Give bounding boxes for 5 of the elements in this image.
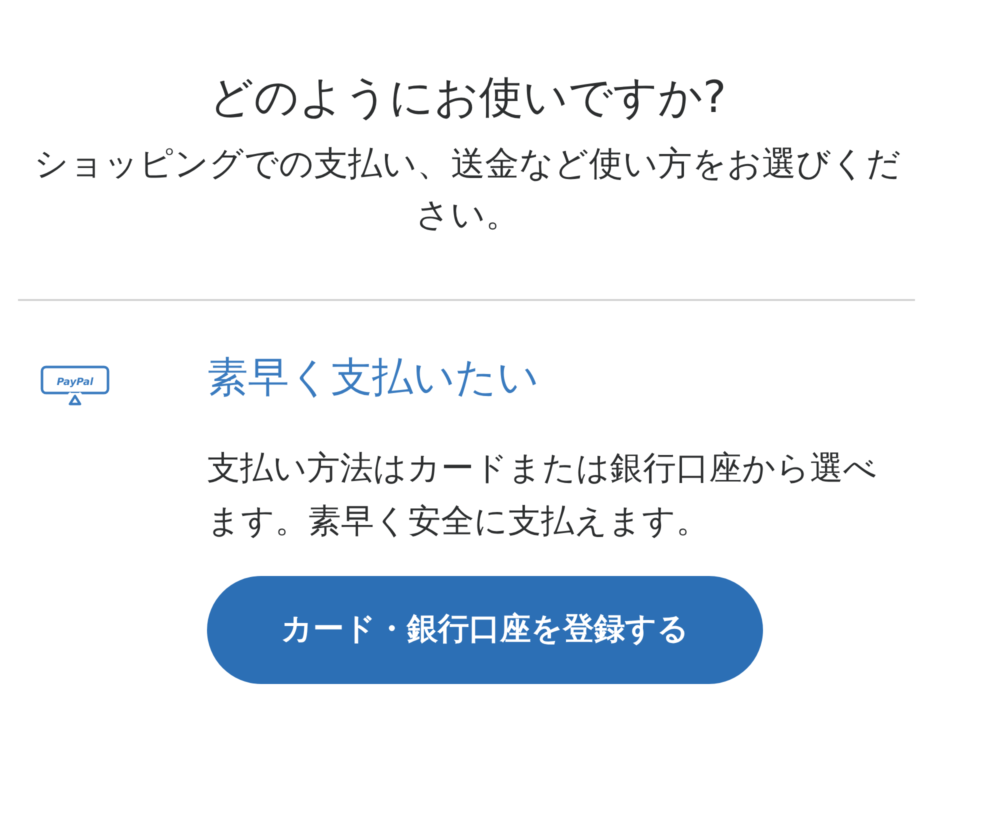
option-title: 素早く支払いたい [207, 352, 540, 402]
subtitle: ショッピングでの支払い、送金など使い方をお選びください。 [33, 142, 902, 237]
option-description: 支払い方法はカードまたは銀行口座から選べます。素早く安全に支払えます。 [207, 446, 878, 542]
register-button[interactable]: カード・銀行口座を登録する [207, 576, 763, 684]
page-title: どのようにお使いですか? [208, 72, 728, 125]
